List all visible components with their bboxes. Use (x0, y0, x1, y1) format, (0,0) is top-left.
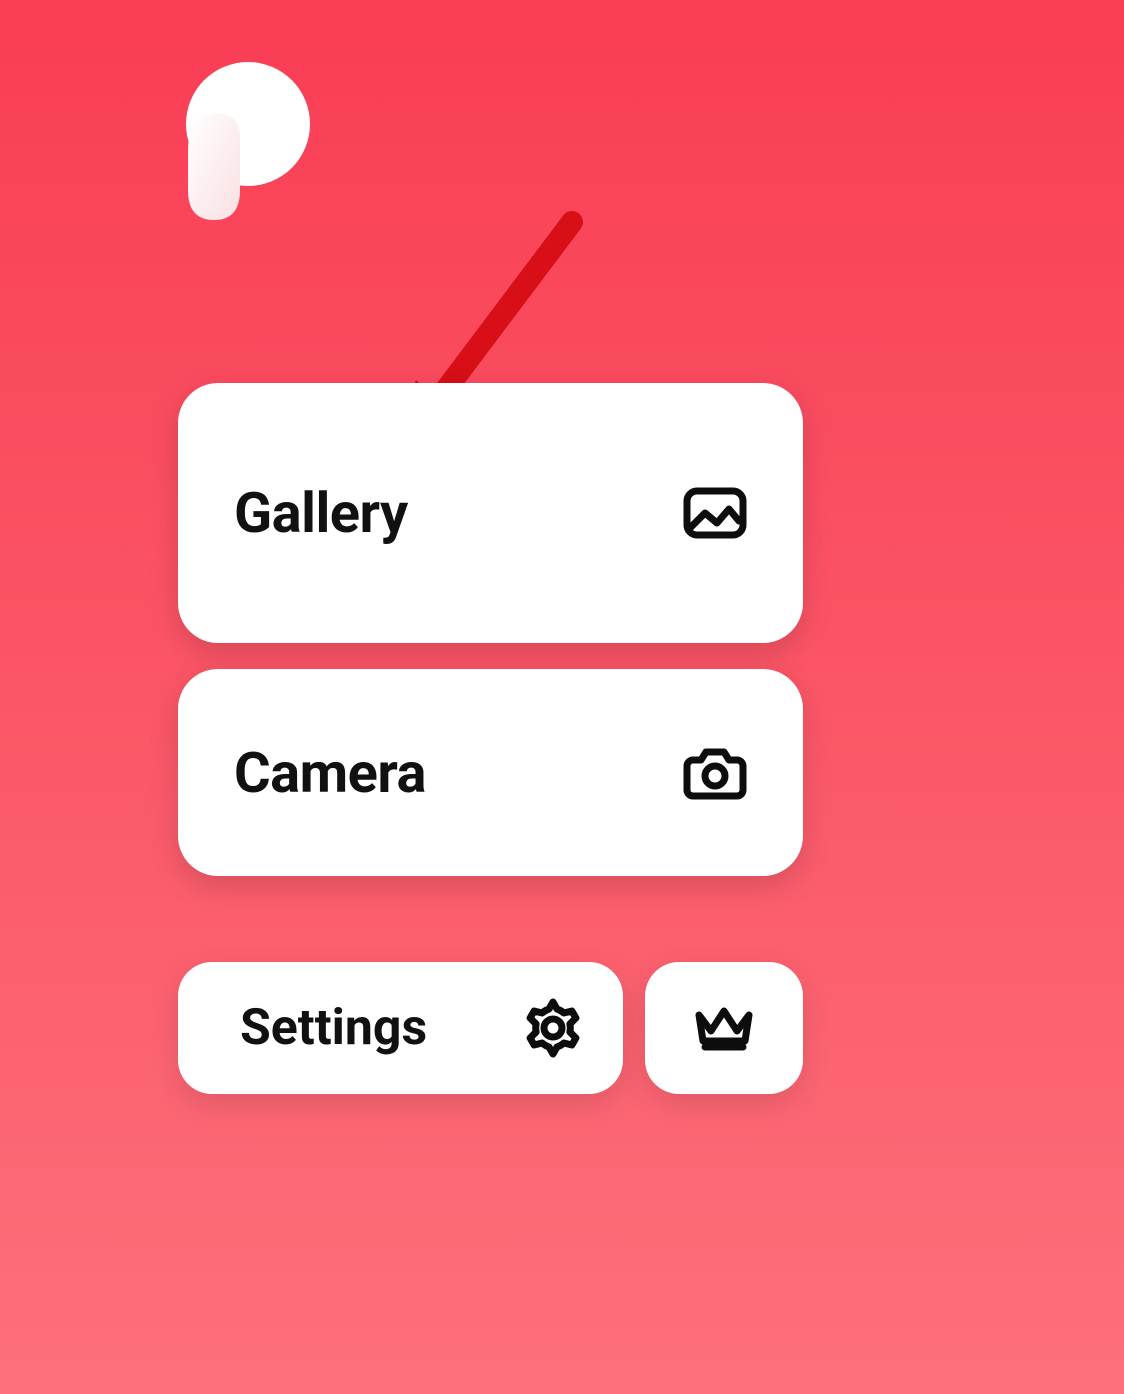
gear-icon (523, 998, 583, 1058)
crown-icon (693, 1003, 755, 1053)
camera-label: Camera (234, 740, 426, 806)
premium-button[interactable] (645, 962, 803, 1094)
settings-button[interactable]: Settings (178, 962, 623, 1094)
camera-icon (683, 746, 747, 800)
camera-button[interactable]: Camera (178, 669, 803, 876)
image-icon (683, 487, 747, 539)
bottom-row: Settings (178, 962, 803, 1094)
gallery-label: Gallery (234, 480, 408, 546)
menu-container: Gallery Camera Settings (178, 383, 803, 1094)
gallery-button[interactable]: Gallery (178, 383, 803, 643)
settings-label: Settings (240, 999, 427, 1057)
app-logo (178, 62, 318, 222)
